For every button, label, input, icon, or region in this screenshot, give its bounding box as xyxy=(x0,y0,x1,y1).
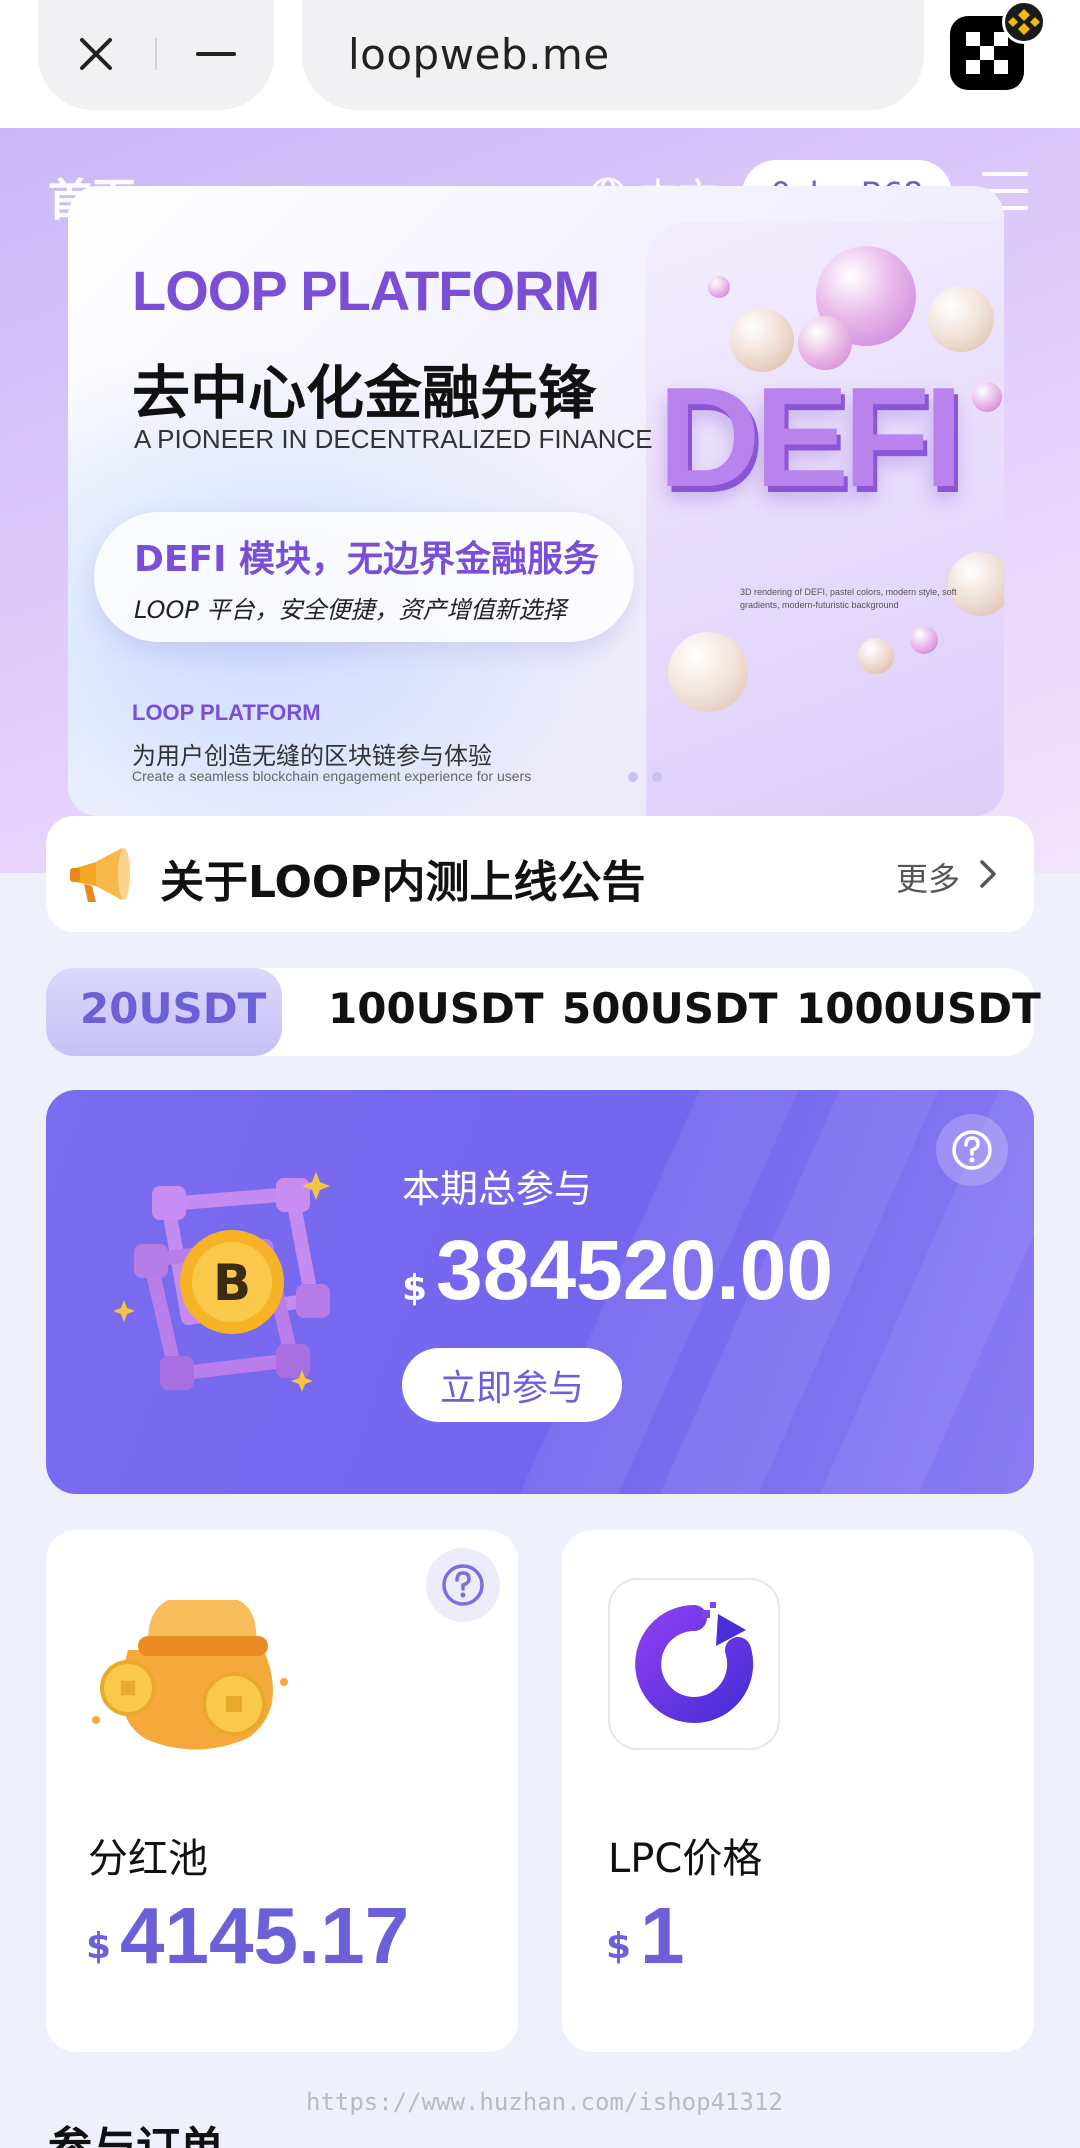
decor-ball xyxy=(928,286,994,352)
total-participation-amount: 384520.00 xyxy=(436,1223,834,1317)
banner-footer-small: Create a seamless blockchain engagement … xyxy=(132,768,532,784)
decor-ball xyxy=(668,632,748,712)
megaphone-icon xyxy=(70,848,130,902)
dividend-pool-label: 分红池 xyxy=(88,1836,208,1882)
defi-graphic-caption: 3D rendering of DEFI, pastel colors, mod… xyxy=(740,587,957,610)
decor-ball xyxy=(972,382,1002,412)
banner-title-en: LOOP PLATFORM xyxy=(132,259,600,322)
defi-graphic-text: DEFI xyxy=(658,358,963,517)
tab-1000usdt[interactable]: 1000USDT xyxy=(796,984,1041,1033)
banner-pill-title: DEFI 模块，无边界金融服务 xyxy=(134,539,599,580)
badge-icon xyxy=(1002,0,1046,44)
total-participation-label: 本期总参与 xyxy=(402,1167,593,1211)
help-icon[interactable] xyxy=(426,1548,500,1622)
banner-footer-en: LOOP PLATFORM xyxy=(132,700,321,725)
help-icon[interactable] xyxy=(936,1114,1008,1186)
url-text[interactable]: loopweb.me xyxy=(348,30,610,79)
watermark: https://www.huzhan.com/ishop41312 xyxy=(306,2088,783,2116)
tab-20usdt[interactable]: 20USDT xyxy=(80,984,266,1033)
tab-500usdt[interactable]: 500USDT xyxy=(562,984,778,1033)
banner-subtitle-en: A PIONEER IN DECENTRALIZED FINANCE xyxy=(134,424,653,454)
promo-banner[interactable]: DEFI 3D rendering of DEFI, pastel colors… xyxy=(68,186,1004,816)
currency-symbol: $ xyxy=(606,1926,632,1967)
banner-pill-subtitle: LOOP 平台，安全便捷，资产增值新选择 xyxy=(134,596,567,624)
announcement-text[interactable]: 关于LOOP内测上线公告 xyxy=(160,846,646,910)
bitcoin-cube-icon: B xyxy=(113,1172,330,1392)
minimize-icon[interactable] xyxy=(196,52,236,56)
svg-text:B: B xyxy=(213,1254,251,1312)
announcement-more-link[interactable]: 更多 xyxy=(896,854,960,900)
decor-ball xyxy=(708,276,730,298)
lpc-logo-icon xyxy=(608,1578,780,1750)
tab-100usdt[interactable]: 100USDT xyxy=(328,984,544,1033)
chevron-right-icon[interactable] xyxy=(978,858,1000,890)
decor-ball xyxy=(858,638,894,674)
banner-footer-cn: 为用户创造无缝的区块链参与体验 xyxy=(132,742,492,770)
lpc-price-label: LPC价格 xyxy=(608,1836,763,1882)
divider xyxy=(155,38,157,70)
currency-symbol: $ xyxy=(86,1926,112,1967)
section-title: 参与订单 xyxy=(48,2112,224,2148)
banner-title-cn: 去中心化金融先锋 xyxy=(132,359,597,427)
dividend-pool-value: 4145.17 xyxy=(120,1891,410,1980)
lpc-price-value: 1 xyxy=(640,1891,685,1980)
currency-symbol: $ xyxy=(402,1268,428,1309)
participate-button[interactable]: 立即参与 xyxy=(402,1348,622,1422)
carousel-dots[interactable] xyxy=(628,772,662,782)
close-icon[interactable] xyxy=(76,34,116,74)
decor-ball xyxy=(910,626,938,654)
money-bag-icon xyxy=(92,1600,288,1750)
